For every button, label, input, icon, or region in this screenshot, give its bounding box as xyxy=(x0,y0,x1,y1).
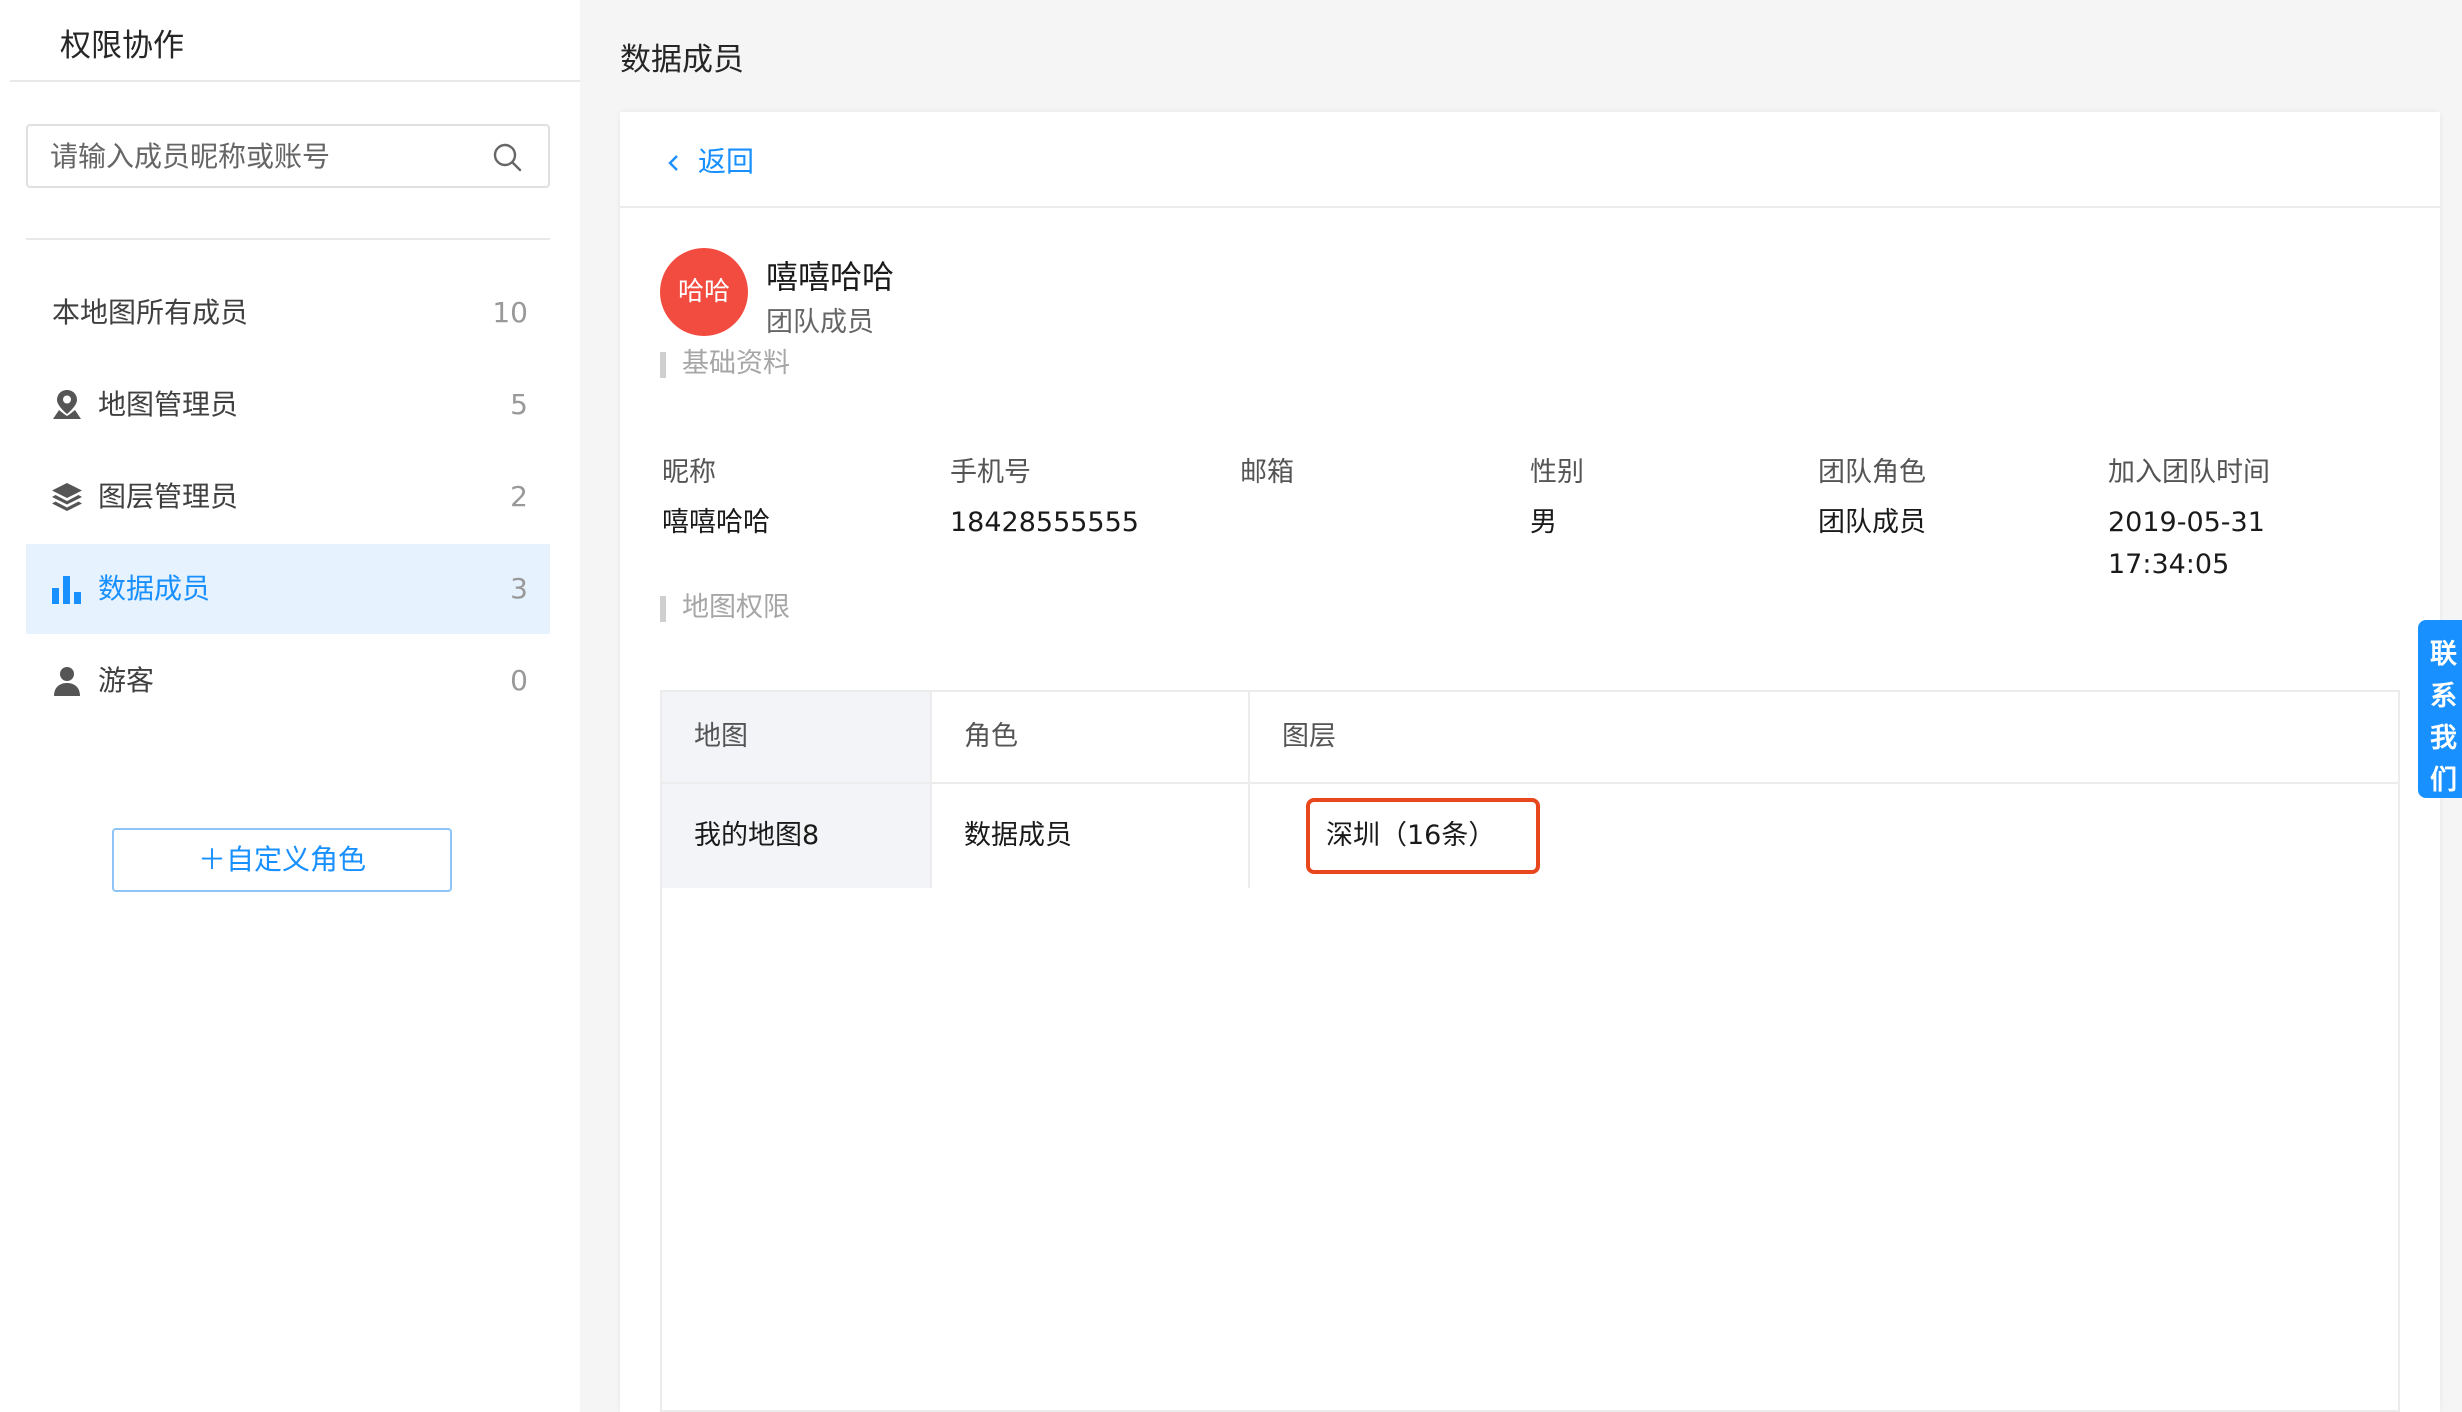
member-role: 团队成员 xyxy=(766,307,874,338)
contact-char: 系 xyxy=(2430,681,2457,712)
sidebar-item-count: 5 xyxy=(510,388,528,421)
sidebar-item-count: 2 xyxy=(510,480,528,513)
info-label-gender: 性别 xyxy=(1530,457,1584,488)
member-detail-panel: 返回 哈哈 嘻嘻哈哈 团队成员 基础资料 昵称 手机号 邮箱 性别 团队角色 加… xyxy=(620,112,2440,1412)
sidebar-item-layer-admins[interactable]: 图层管理员 2 xyxy=(26,452,550,542)
contact-char: 们 xyxy=(2430,765,2457,796)
sidebar-item-data-members[interactable]: 数据成员 3 xyxy=(26,544,550,634)
back-label: 返回 xyxy=(698,145,755,178)
sidebar-item-all-members[interactable]: 本地图所有成员 10 xyxy=(26,268,550,358)
sidebar-item-label: 地图管理员 xyxy=(98,388,239,421)
contact-char: 我 xyxy=(2430,723,2457,754)
info-label-nickname: 昵称 xyxy=(662,457,716,488)
bar-chart-icon xyxy=(52,576,81,604)
back-button[interactable]: 返回 xyxy=(664,142,754,182)
info-label-email: 邮箱 xyxy=(1240,457,1294,488)
sidebar-item-label: 图层管理员 xyxy=(98,480,239,513)
info-label-join-time: 加入团队时间 xyxy=(2108,457,2270,488)
sidebar: 权限协作 本地图所有成员 10 地图管理员 5 xyxy=(0,0,580,1412)
info-value-gender: 男 xyxy=(1530,507,1557,538)
member-name: 嘻嘻哈哈 xyxy=(766,258,895,296)
app-root: 权限协作 本地图所有成员 10 地图管理员 5 xyxy=(0,0,2462,1412)
permissions-table: 地图 角色 图层 我的地图8 数据成员 深圳（16条） xyxy=(660,690,2400,1412)
info-value-join-time: 17:34:05 xyxy=(2108,549,2230,580)
sidebar-item-count: 3 xyxy=(510,572,528,605)
user-icon xyxy=(54,667,80,696)
info-value-team-role: 团队成员 xyxy=(1818,507,1926,538)
custom-role-button[interactable]: ＋自定义角色 xyxy=(112,828,452,892)
search-box xyxy=(26,124,550,188)
table-cell-role: 数据成员 xyxy=(964,820,1072,851)
divider xyxy=(662,782,2398,784)
table-cell-layer[interactable]: 深圳（16条） xyxy=(1306,798,1540,874)
sidebar-item-count: 0 xyxy=(510,664,528,697)
info-label-team-role: 团队角色 xyxy=(1818,457,1926,488)
info-value-nickname: 嘻嘻哈哈 xyxy=(662,507,770,538)
layers-icon xyxy=(52,483,82,511)
sidebar-item-label: 本地图所有成员 xyxy=(52,296,249,329)
divider xyxy=(26,238,550,240)
column-header-map: 地图 xyxy=(694,721,748,752)
info-value-phone: 18428555555 xyxy=(950,507,1139,538)
sidebar-item-count: 10 xyxy=(492,296,528,329)
sidebar-title: 权限协作 xyxy=(60,28,184,64)
page-title: 数据成员 xyxy=(620,42,744,78)
chevron-left-icon xyxy=(668,155,678,171)
divider xyxy=(620,206,2440,208)
info-label-phone: 手机号 xyxy=(950,457,1031,488)
section-title-map-permissions: 地图权限 xyxy=(660,592,790,624)
search-input[interactable] xyxy=(28,126,468,186)
sidebar-item-label: 游客 xyxy=(98,664,155,697)
contact-char: 联 xyxy=(2430,639,2457,670)
sidebar-item-map-admins[interactable]: 地图管理员 5 xyxy=(26,360,550,450)
sidebar-item-label: 数据成员 xyxy=(98,572,211,605)
avatar: 哈哈 xyxy=(660,248,748,336)
contact-us-button[interactable]: 联 系 我 们 xyxy=(2418,620,2462,798)
map-admin-icon xyxy=(53,390,81,419)
table-cell-map: 我的地图8 xyxy=(694,820,820,851)
column-header-layer: 图层 xyxy=(1282,721,1336,752)
column-header-role: 角色 xyxy=(964,721,1018,752)
search-icon[interactable] xyxy=(492,142,522,172)
divider xyxy=(10,80,580,82)
info-value-join-date: 2019-05-31 xyxy=(2108,507,2265,538)
section-title-basic-info: 基础资料 xyxy=(660,348,790,380)
sidebar-item-guests[interactable]: 游客 0 xyxy=(26,636,550,726)
